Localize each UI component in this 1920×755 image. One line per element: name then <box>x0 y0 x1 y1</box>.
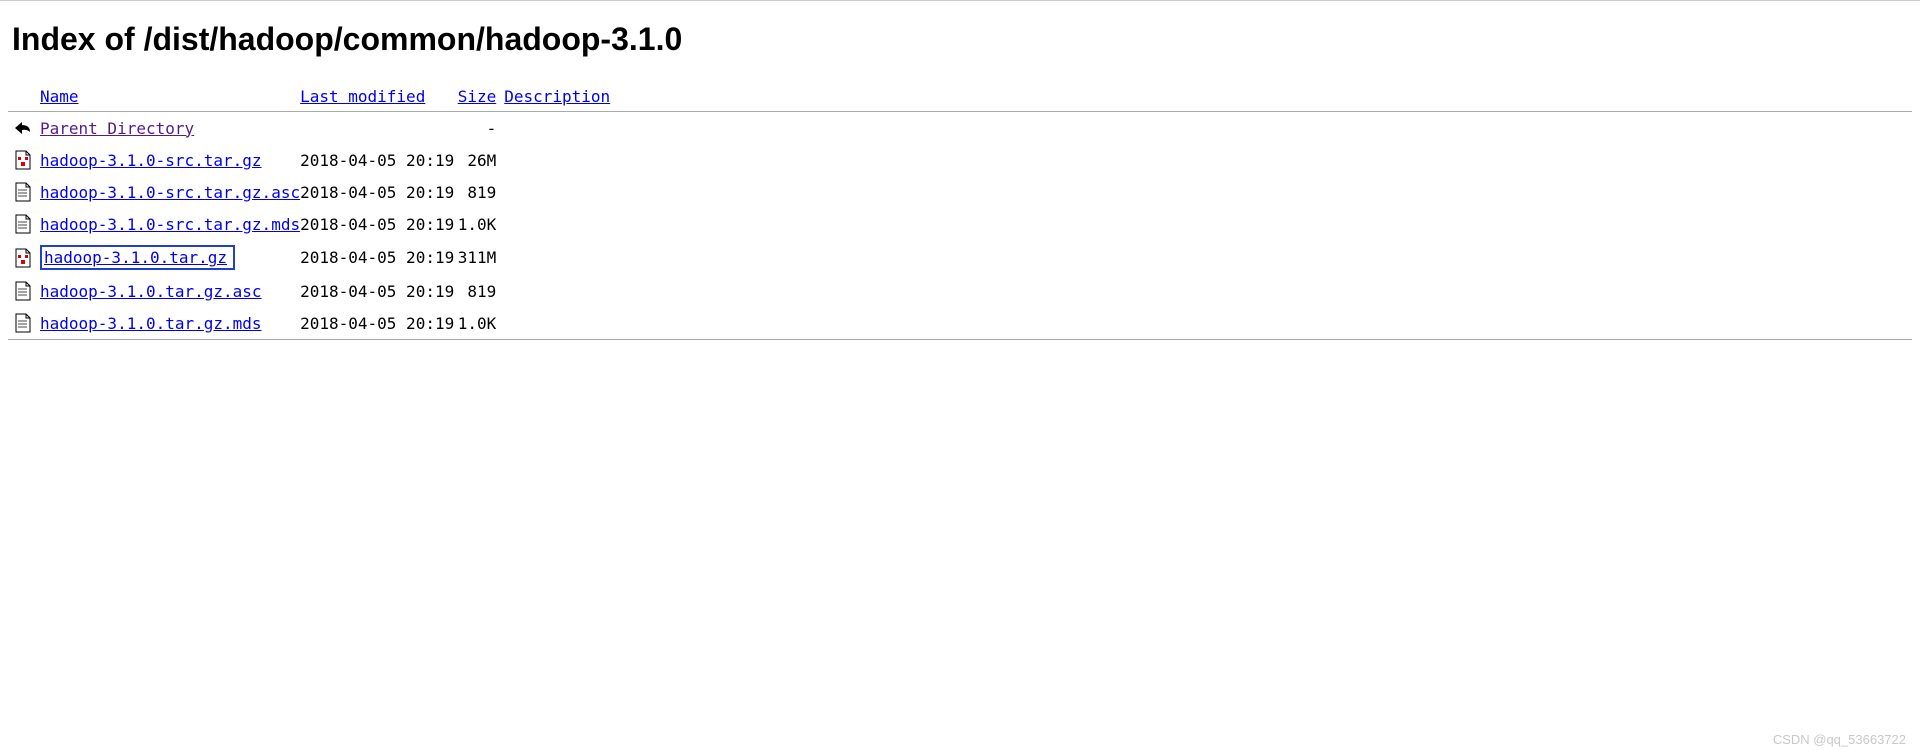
file-link[interactable]: hadoop-3.1.0-src.tar.gz.mds <box>40 215 300 234</box>
archive-file-icon <box>12 149 34 171</box>
archive-file-icon <box>12 247 34 269</box>
file-row: hadoop-3.1.0-src.tar.gz 2018-04-05 20:192… <box>8 144 1912 176</box>
text-file-icon <box>12 181 34 203</box>
file-modified: 2018-04-05 20:19 <box>300 240 454 275</box>
file-link[interactable]: hadoop-3.1.0.tar.gz.mds <box>40 314 262 333</box>
file-link[interactable]: hadoop-3.1.0-src.tar.gz.asc <box>40 183 300 202</box>
file-link[interactable]: hadoop-3.1.0.tar.gz <box>44 248 227 267</box>
file-modified: 2018-04-05 20:19 <box>300 176 454 208</box>
file-row: hadoop-3.1.0-src.tar.gz.mds2018-04-05 20… <box>8 208 1912 240</box>
text-file-icon <box>12 280 34 302</box>
file-link[interactable]: hadoop-3.1.0.tar.gz.asc <box>40 282 262 301</box>
directory-listing-table: Name Last modified Size Description Pare… <box>8 82 1912 340</box>
file-size: 819 <box>454 176 504 208</box>
parent-size: - <box>454 112 504 145</box>
parent-directory-row: Parent Directory - <box>8 112 1912 145</box>
file-modified: 2018-04-05 20:19 <box>300 144 454 176</box>
file-row: hadoop-3.1.0.tar.gz.asc 2018-04-05 20:198… <box>8 275 1912 307</box>
sort-by-name[interactable]: Name <box>40 87 79 106</box>
file-row: hadoop-3.1.0.tar.gz 2018-04-05 20:19311M <box>8 240 1912 275</box>
watermark: CSDN @qq_53663722 <box>1773 732 1906 747</box>
sort-by-modified[interactable]: Last modified <box>300 87 425 106</box>
back-arrow-icon <box>12 117 34 139</box>
file-size: 819 <box>454 275 504 307</box>
file-row: hadoop-3.1.0-src.tar.gz.asc2018-04-05 20… <box>8 176 1912 208</box>
file-size: 1.0K <box>454 307 504 340</box>
page-title: Index of /dist/hadoop/common/hadoop-3.1.… <box>12 21 1912 58</box>
sort-by-size[interactable]: Size <box>458 87 497 106</box>
file-size: 26M <box>454 144 504 176</box>
sort-by-description[interactable]: Description <box>504 87 610 106</box>
file-size: 311M <box>454 240 504 275</box>
highlighted-file: hadoop-3.1.0.tar.gz <box>40 245 235 270</box>
file-row: hadoop-3.1.0.tar.gz.mds 2018-04-05 20:191… <box>8 307 1912 340</box>
file-link[interactable]: hadoop-3.1.0-src.tar.gz <box>40 151 262 170</box>
file-modified: 2018-04-05 20:19 <box>300 307 454 340</box>
text-file-icon <box>12 213 34 235</box>
file-modified: 2018-04-05 20:19 <box>300 208 454 240</box>
file-modified: 2018-04-05 20:19 <box>300 275 454 307</box>
file-size: 1.0K <box>454 208 504 240</box>
text-file-icon <box>12 312 34 334</box>
parent-directory-link[interactable]: Parent Directory <box>40 119 194 138</box>
